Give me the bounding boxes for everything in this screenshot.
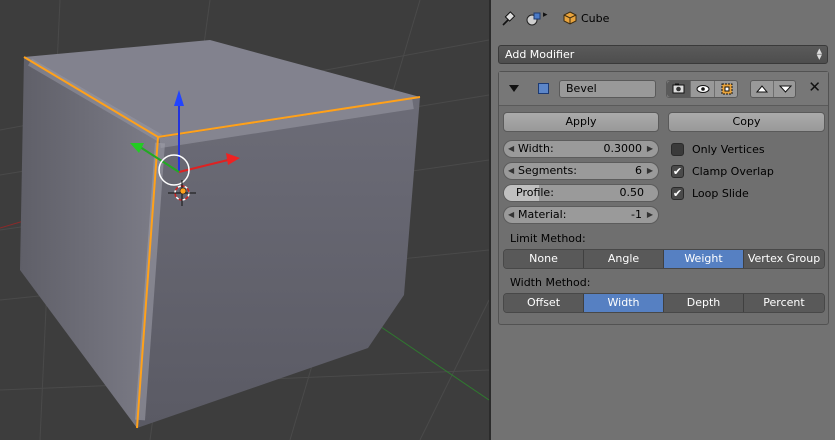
bevel-modifier-panel: Bevel ✕ Apply Copy ◀ Width: 0.3000 ▶ ◀ S…: [498, 71, 829, 325]
segments-value: 6: [635, 164, 642, 177]
move-up-icon[interactable]: [751, 81, 773, 97]
object-origin-dot: [179, 187, 187, 195]
segments-field[interactable]: ◀ Segments: 6 ▶: [503, 162, 659, 180]
move-down-icon[interactable]: [773, 81, 797, 97]
increment-arrow-icon[interactable]: ▶: [647, 141, 653, 157]
viewport-eye-icon[interactable]: [690, 81, 715, 97]
limit-option-vertex-group[interactable]: Vertex Group: [744, 250, 824, 268]
move-buttons: [750, 80, 796, 98]
cube-mesh[interactable]: [20, 40, 421, 429]
dropdown-arrows-icon: ▲ ▼: [816, 47, 822, 61]
cube-object-icon: [563, 11, 577, 25]
limit-option-angle[interactable]: Angle: [584, 250, 664, 268]
breadcrumb-arrow-icon: ▸: [543, 10, 548, 20]
add-modifier-label: Add Modifier: [505, 48, 575, 61]
profile-label: Profile:: [516, 186, 554, 199]
decrement-arrow-icon[interactable]: ◀: [508, 163, 514, 179]
segments-label: Segments:: [518, 164, 577, 177]
only-vertices-checkbox[interactable]: [671, 143, 684, 156]
3d-viewport[interactable]: [0, 0, 489, 440]
loop-slide-label: Loop Slide: [692, 187, 749, 200]
increment-arrow-icon[interactable]: ▶: [647, 163, 653, 179]
apply-button[interactable]: Apply: [503, 112, 659, 132]
modifier-header: Bevel ✕: [499, 72, 828, 106]
limit-method-label: Limit Method:: [510, 232, 586, 245]
width-method-selector: Offset Width Depth Percent: [503, 293, 825, 313]
object-name-label: Cube: [581, 12, 610, 25]
clamp-overlap-checkbox[interactable]: ✔: [671, 165, 684, 178]
viewport-canvas[interactable]: [0, 0, 489, 440]
increment-arrow-icon[interactable]: ▶: [647, 207, 653, 223]
render-camera-icon[interactable]: [667, 81, 690, 97]
width-option-offset[interactable]: Offset: [504, 294, 584, 312]
limit-option-none[interactable]: None: [504, 250, 584, 268]
properties-panel: ▸ Cube Add Modifier ▲ ▼ Bevel ✕ Apply Co…: [491, 0, 835, 440]
decrement-arrow-icon[interactable]: ◀: [508, 141, 514, 157]
loop-slide-checkbox[interactable]: ✔: [671, 187, 684, 200]
width-method-label: Width Method:: [510, 276, 591, 289]
properties-header: ▸ Cube: [491, 0, 835, 38]
width-option-depth[interactable]: Depth: [664, 294, 744, 312]
close-icon[interactable]: ✕: [808, 78, 821, 96]
width-label: Width:: [518, 142, 554, 155]
visibility-toggles: [666, 80, 738, 98]
limit-method-selector: None Angle Weight Vertex Group: [503, 249, 825, 269]
bevel-modifier-icon: [538, 83, 549, 94]
material-label: Material:: [518, 208, 567, 221]
pin-icon[interactable]: [500, 11, 516, 27]
decrement-arrow-icon[interactable]: ◀: [508, 207, 514, 223]
limit-option-weight[interactable]: Weight: [664, 250, 744, 268]
editmode-icon[interactable]: [714, 81, 739, 97]
material-field[interactable]: ◀ Material: -1 ▶: [503, 206, 659, 224]
material-value: -1: [631, 208, 642, 221]
width-option-width[interactable]: Width: [584, 294, 664, 312]
only-vertices-label: Only Vertices: [692, 143, 765, 156]
profile-value: 0.50: [619, 186, 645, 199]
modifier-name-value: Bevel: [566, 82, 597, 95]
modifier-name-field[interactable]: Bevel: [559, 80, 656, 98]
width-value: 0.3000: [603, 142, 643, 155]
object-data-icon[interactable]: [525, 11, 541, 27]
profile-slider[interactable]: Profile: 0.50: [503, 184, 659, 202]
width-field[interactable]: ◀ Width: 0.3000 ▶: [503, 140, 659, 158]
width-option-percent[interactable]: Percent: [744, 294, 824, 312]
copy-button[interactable]: Copy: [668, 112, 825, 132]
collapse-triangle-icon[interactable]: [509, 85, 519, 92]
clamp-overlap-label: Clamp Overlap: [692, 165, 774, 178]
add-modifier-dropdown[interactable]: Add Modifier ▲ ▼: [498, 45, 828, 64]
